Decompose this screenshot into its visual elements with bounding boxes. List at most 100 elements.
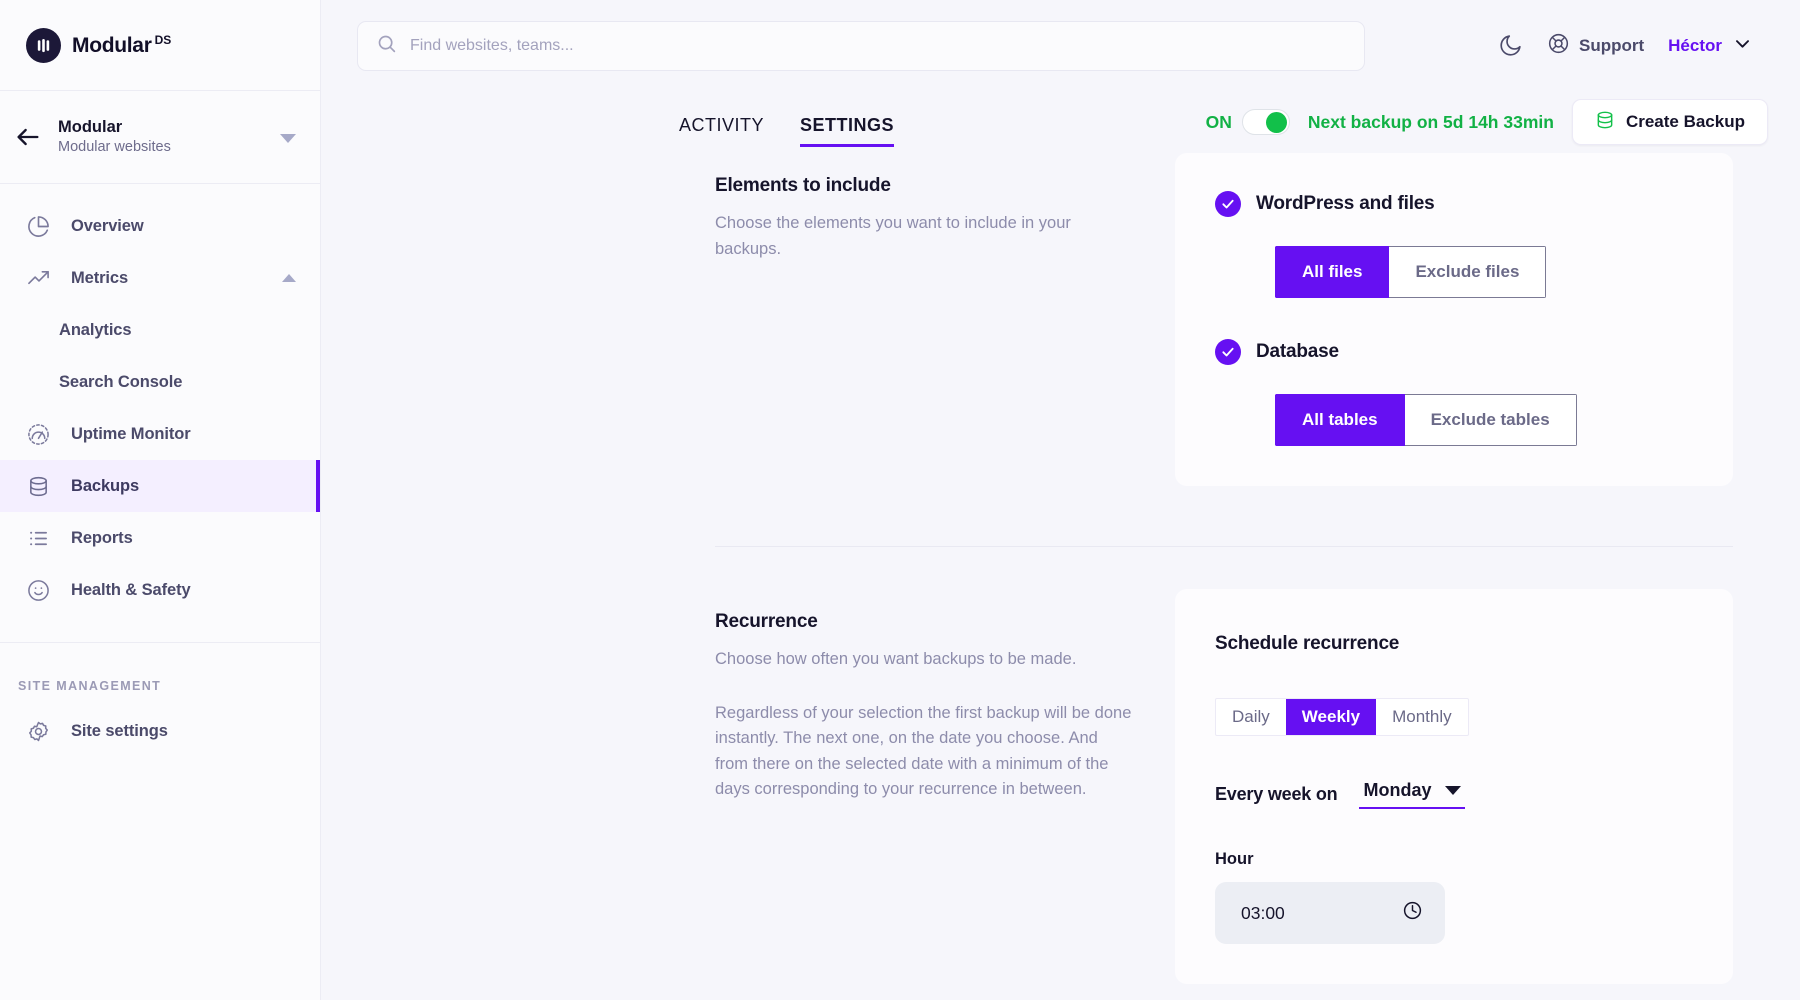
frequency-segmented-control: Daily Weekly Monthly (1215, 698, 1469, 736)
elements-card: WordPress and files All files Exclude fi… (1175, 153, 1733, 486)
database-row: Database (1215, 339, 1693, 365)
exclude-tables-option[interactable]: Exclude tables (1404, 394, 1577, 446)
topbar: Support Héctor (321, 0, 1800, 91)
sidebar-item-label: Backups (71, 476, 140, 495)
app-root: Modular DS Modular Modular websites Over… (0, 0, 1800, 1000)
sidebar-item-reports[interactable]: Reports (0, 512, 320, 564)
topbar-actions: Support Héctor (1498, 32, 1768, 60)
all-tables-option[interactable]: All tables (1275, 394, 1405, 446)
support-button[interactable]: Support (1547, 32, 1644, 60)
sidebar-item-label: Overview (71, 216, 144, 235)
section-title: Elements to include (715, 175, 891, 196)
backup-toggle-label: ON (1205, 111, 1232, 132)
clock-icon[interactable] (1402, 900, 1423, 926)
user-name: Héctor (1668, 35, 1722, 55)
gear-icon (26, 719, 51, 744)
section-title: Recurrence (715, 611, 818, 632)
moon-icon[interactable] (1498, 33, 1523, 58)
create-backup-label: Create Backup (1625, 112, 1745, 131)
recurrence-section-description: Recurrence Choose how often you want bac… (715, 589, 1175, 984)
schedule-recurrence-title: Schedule recurrence (1215, 633, 1400, 654)
sidebar-nav-group-main: Overview Metrics Analytics Search Consol… (0, 200, 320, 643)
metrics-chevron-up-icon[interactable] (282, 274, 296, 282)
chevron-down-icon (1445, 786, 1462, 795)
hour-label: Hour (1215, 850, 1254, 868)
lifebuoy-icon (1547, 32, 1570, 60)
tab-activity[interactable]: ACTIVITY (679, 115, 764, 147)
tab-settings[interactable]: SETTINGS (800, 115, 895, 147)
modular-logo-icon (26, 27, 61, 63)
sidebar-item-label: Health & Safety (71, 580, 191, 599)
site-subtitle: Modular websites (58, 139, 171, 156)
check-icon[interactable] (1215, 339, 1241, 365)
list-icon (26, 526, 51, 551)
smiley-icon (26, 578, 51, 603)
all-files-option[interactable]: All files (1275, 246, 1390, 298)
exclude-files-option[interactable]: Exclude files (1389, 246, 1547, 298)
site-name: Modular (58, 118, 123, 137)
recurrence-section: Recurrence Choose how often you want bac… (321, 589, 1800, 984)
weekday-row: Every week on Monday (1215, 780, 1693, 809)
settings-content: Elements to include Choose the elements … (321, 153, 1800, 1000)
sidebar-item-label: Reports (71, 528, 133, 547)
weekday-select[interactable]: Monday (1359, 780, 1466, 809)
user-menu[interactable]: Héctor (1668, 34, 1752, 58)
group-title: WordPress and files (1256, 193, 1435, 214)
frequency-monthly-option[interactable]: Monthly (1376, 699, 1468, 735)
wordpress-and-files-row: WordPress and files (1215, 191, 1693, 217)
backup-toggle-group: ON (1206, 109, 1290, 135)
frequency-weekly-option[interactable]: Weekly (1285, 699, 1377, 735)
sidebar-item-uptime-monitor[interactable]: Uptime Monitor (0, 408, 320, 460)
chevron-down-icon (1733, 34, 1752, 58)
support-label: Support (1578, 35, 1645, 55)
elements-section-description: Elements to include Choose the elements … (715, 153, 1175, 486)
sidebar-item-search-console[interactable]: Search Console (0, 356, 320, 408)
group-title: Database (1256, 341, 1339, 362)
search-icon (376, 33, 397, 59)
database-icon (26, 474, 51, 499)
pie-chart-icon (26, 214, 51, 239)
backup-toggle-switch[interactable] (1241, 109, 1290, 135)
hour-input[interactable]: 03:00 (1215, 882, 1445, 944)
sidebar-item-backups[interactable]: Backups (0, 460, 320, 512)
backup-status-bar: ON Next backup on 5d 14h 33min Create Ba… (1206, 99, 1768, 145)
site-switcher[interactable]: Modular Modular websites (0, 91, 320, 184)
schedule-recurrence-card: Schedule recurrence Daily Weekly Monthly… (1175, 589, 1733, 984)
sidebar-item-site-settings[interactable]: Site settings (0, 705, 320, 757)
sidebar-item-label: Site settings (71, 721, 168, 740)
section-gap-2 (321, 547, 1800, 589)
elements-to-include-section: Elements to include Choose the elements … (321, 153, 1800, 486)
sidebar-item-overview[interactable]: Overview (0, 200, 320, 252)
brand-superscript: DS (154, 32, 172, 47)
sidebar-item-analytics[interactable]: Analytics (0, 304, 320, 356)
tab-list: ACTIVITY SETTINGS (679, 91, 895, 153)
site-switcher-chevron-down-icon[interactable] (280, 133, 296, 143)
files-scope-segmented-control: All files Exclude files (1275, 246, 1547, 298)
database-scope-segmented-control: All tables Exclude tables (1275, 394, 1577, 446)
toggle-knob (1265, 111, 1287, 133)
sidebar-section-label: SITE MANAGEMENT (18, 679, 162, 693)
hour-value: 03:00 (1241, 902, 1285, 923)
sidebar-item-label: Search Console (59, 372, 183, 391)
back-arrow-icon[interactable] (14, 123, 42, 151)
sidebar: Modular DS Modular Modular websites Over… (0, 0, 321, 1000)
next-backup-text: Next backup on 5d 14h 33min (1307, 111, 1554, 132)
sidebar-item-label: Analytics (59, 320, 132, 339)
brand-name: Modular (72, 33, 152, 57)
brand-header[interactable]: Modular DS (0, 0, 320, 91)
section-description-1: Choose how often you want backups to be … (715, 650, 1077, 668)
frequency-daily-option[interactable]: Daily (1216, 699, 1286, 735)
weekday-value: Monday (1363, 780, 1432, 800)
sidebar-item-label: Uptime Monitor (71, 424, 191, 443)
sidebar-item-metrics[interactable]: Metrics (0, 252, 320, 304)
check-icon[interactable] (1215, 191, 1241, 217)
create-backup-button[interactable]: Create Backup (1571, 99, 1768, 145)
sidebar-item-label: Metrics (71, 268, 129, 287)
search-input[interactable] (410, 36, 1346, 55)
sidebar-nav: Overview Metrics Analytics Search Consol… (0, 184, 320, 757)
sidebar-item-health-and-safety[interactable]: Health & Safety (0, 564, 320, 616)
search-box[interactable] (357, 20, 1365, 71)
section-description-2: Regardless of your selection the first b… (715, 703, 1132, 799)
tabs-row: ACTIVITY SETTINGS ON Next backup on 5d 1… (321, 91, 1800, 153)
